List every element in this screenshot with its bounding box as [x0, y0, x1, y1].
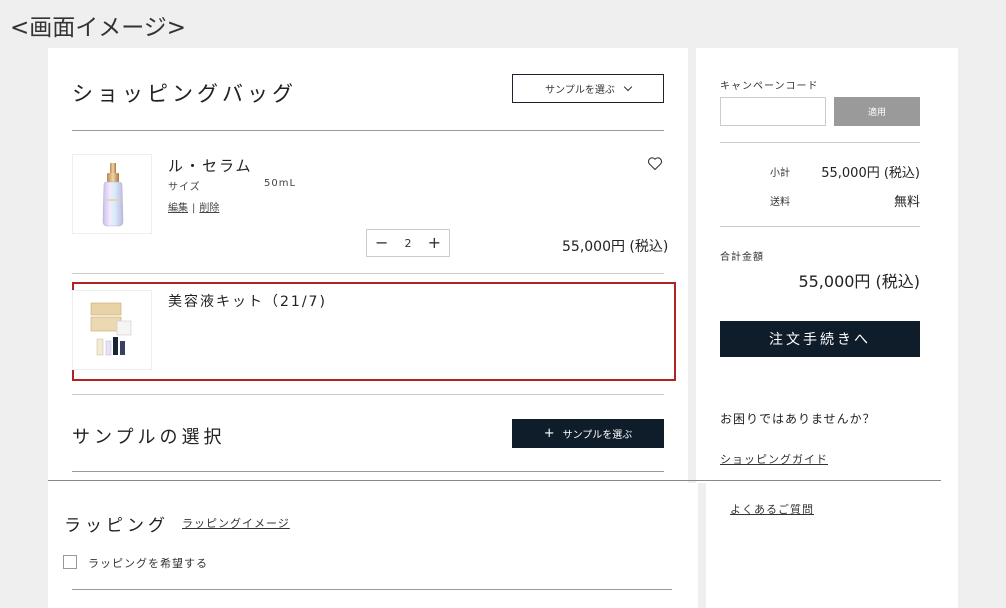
product-name[interactable]: ル・セラム [168, 155, 253, 176]
select-sample-label: サンプルを選ぶ [545, 85, 615, 96]
item-price: 55,000円 (税込) [562, 239, 669, 255]
checkout-button[interactable]: 注文手続きへ [720, 321, 920, 357]
decrement-button[interactable]: − [375, 235, 388, 251]
divider [72, 589, 672, 590]
divider [72, 130, 664, 131]
highlighted-item-box [72, 282, 676, 381]
item-actions: 編集 | 削除 [168, 199, 219, 214]
subtotal-label: 小計 [770, 168, 790, 179]
divider [720, 226, 920, 227]
campaign-code-label: キャンペーンコード [720, 81, 819, 92]
wrapping-checkbox-label[interactable]: ラッピングを希望する [88, 555, 208, 571]
product-image[interactable] [72, 154, 152, 234]
delete-link[interactable]: 削除 [199, 203, 219, 214]
campaign-code-input[interactable] [720, 97, 826, 126]
shipping-value: 無料 [893, 195, 920, 210]
total-label: 合計金額 [720, 252, 764, 263]
quantity-stepper: − 2 + [366, 229, 450, 257]
divider [72, 471, 664, 472]
help-text: お困りではありませんか？ [720, 412, 876, 426]
edit-link[interactable]: 編集 [168, 203, 188, 214]
heart-icon[interactable] [647, 156, 663, 171]
chevron-down-icon [623, 82, 633, 92]
kit-product-name[interactable]: 美容液キット（21/7) [168, 291, 327, 311]
kit-product-image [90, 302, 132, 356]
size-value: 50mL [264, 178, 297, 189]
separator: | [192, 203, 196, 214]
sample-section-title: サンプルの選択 [72, 427, 226, 448]
section-divider [48, 480, 941, 481]
divider [720, 142, 920, 143]
total-value: 55,000円 (税込) [798, 272, 920, 291]
screen-caption: <画面イメージ> [10, 15, 187, 41]
divider [72, 394, 664, 395]
wrapping-checkbox[interactable] [63, 555, 77, 569]
cart-panel [48, 48, 688, 483]
wrapping-image-link[interactable]: ラッピングイメージ [182, 515, 290, 531]
page-title: ショッピングバッグ [72, 82, 297, 106]
plus-icon: + [543, 426, 555, 441]
serum-bottle-image [102, 163, 124, 227]
subtotal-value: 55,000円 (税込) [821, 166, 920, 181]
faq-link[interactable]: よくあるご質問 [730, 501, 814, 517]
size-label: サイズ [168, 182, 201, 193]
quantity-value: 2 [404, 236, 412, 250]
shipping-label: 送料 [770, 197, 790, 208]
increment-button[interactable]: + [428, 235, 441, 251]
apply-button[interactable]: 適用 [834, 97, 920, 126]
kit-image[interactable] [72, 290, 152, 370]
shopping-guide-link[interactable]: ショッピングガイド [720, 451, 828, 467]
add-sample-label: サンプルを選ぶ [562, 430, 633, 441]
divider [72, 273, 664, 274]
wrapping-title: ラッピング [64, 516, 169, 536]
select-sample-dropdown[interactable]: サンプルを選ぶ [512, 74, 664, 103]
add-sample-button[interactable]: + サンプルを選ぶ [512, 419, 664, 448]
